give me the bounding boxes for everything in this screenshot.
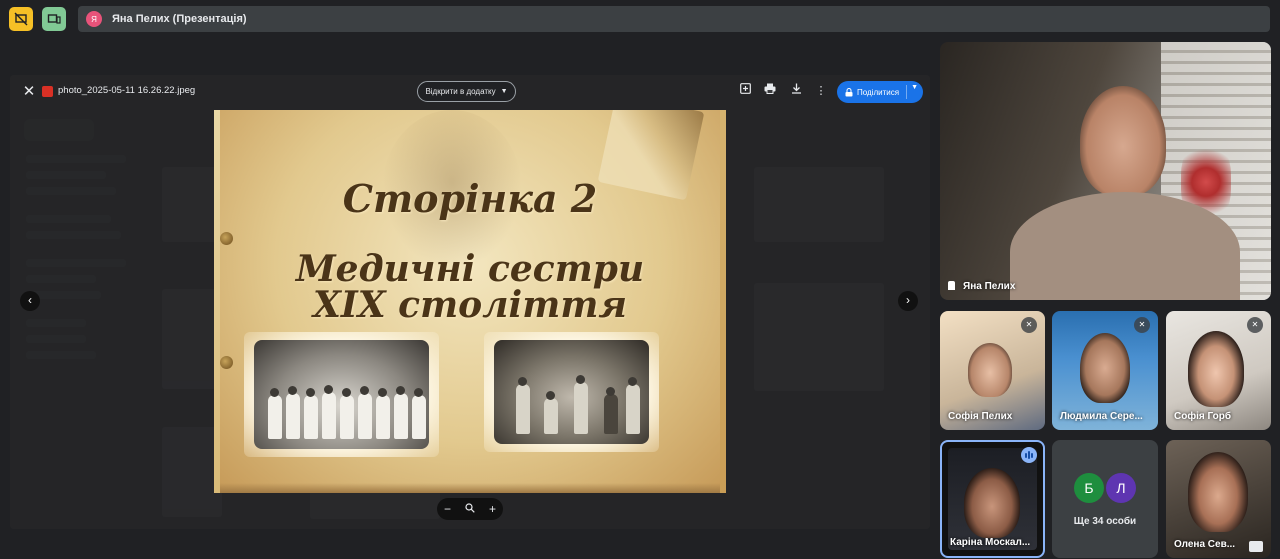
present-to-screen-icon[interactable] xyxy=(42,7,66,31)
presenter-banner[interactable]: Я Яна Пелих (Презентація) xyxy=(78,6,1270,32)
nurses-photo xyxy=(254,340,429,449)
add-comment-icon[interactable] xyxy=(737,83,753,99)
participant-body xyxy=(1010,192,1240,300)
page-shadow xyxy=(220,483,720,493)
participant-tile[interactable]: Олена Сев... xyxy=(1166,440,1271,558)
slide-image: Сторінка 2 Медичні сестри XIX століття xyxy=(214,110,726,493)
participant-face xyxy=(1188,331,1244,407)
participant-tile[interactable]: ✕ Людмила Сере... xyxy=(1052,311,1158,430)
zoom-out-button[interactable]: − xyxy=(444,502,451,516)
presenter-avatar: Я xyxy=(86,11,102,27)
previous-arrow-icon[interactable]: ‹ xyxy=(20,291,40,311)
participant-face xyxy=(1080,333,1130,403)
zoom-controls: − + xyxy=(437,498,503,520)
participant-name: Каріна Москал... xyxy=(950,537,1031,548)
share-label: Поділитися xyxy=(857,87,900,97)
ward-photo xyxy=(494,340,649,444)
group-photo-right xyxy=(484,332,659,452)
zoom-in-button[interactable]: + xyxy=(489,502,496,516)
participant-name: Яна Пелих xyxy=(948,281,1015,292)
more-options-icon[interactable]: ⋮ xyxy=(813,83,829,99)
pin-icon xyxy=(948,281,955,290)
share-caret-icon[interactable]: ▼ xyxy=(911,84,918,91)
share-divider xyxy=(906,85,907,99)
participant-tile[interactable]: ✕ Софія Горб xyxy=(1166,311,1271,430)
participant-face xyxy=(964,468,1020,538)
mic-off-icon: ✕ xyxy=(1021,317,1037,333)
caret-down-icon: ▼ xyxy=(500,88,508,95)
share-button[interactable]: Поділитися ▼ xyxy=(837,81,923,103)
participant-name: Людмила Сере... xyxy=(1060,411,1143,422)
meeting-top-bar: Я Яна Пелих (Презентація) xyxy=(0,0,1280,38)
group-photo-left xyxy=(244,332,439,457)
participant-avatar: Б xyxy=(1074,473,1104,503)
presenting-icon xyxy=(1249,541,1263,552)
participant-face xyxy=(1188,452,1248,532)
shared-screen: ✕ photo_2025-05-11 16.26.22.jpeg Відкрит… xyxy=(10,75,930,529)
participant-tile-main[interactable]: Яна Пелих xyxy=(940,42,1271,300)
participant-face xyxy=(968,343,1012,397)
binder-ring xyxy=(220,356,233,369)
lock-icon xyxy=(845,87,853,96)
speaking-indicator-icon xyxy=(1021,447,1037,463)
participant-name: Олена Сев... xyxy=(1174,539,1236,550)
participant-tile-active-speaker[interactable]: Каріна Москал... xyxy=(940,440,1045,558)
slide-title-line2: XIX століття xyxy=(312,284,628,326)
download-icon[interactable] xyxy=(788,83,804,99)
image-file-icon xyxy=(42,86,53,97)
participant-name: Софія Горб xyxy=(1174,411,1232,422)
more-participants-label: Ще 34 особи xyxy=(1073,516,1137,527)
participant-name: Софія Пелих xyxy=(948,411,1013,422)
file-name: photo_2025-05-11 16.26.22.jpeg xyxy=(58,85,196,96)
slide-heading: Сторінка 2 xyxy=(342,176,598,221)
next-arrow-icon[interactable]: › xyxy=(898,291,918,311)
zoom-magnifier-icon[interactable] xyxy=(465,502,475,516)
open-with-label: Відкрити в додатку xyxy=(425,87,496,96)
stop-presenting-icon[interactable] xyxy=(9,7,33,31)
more-participants-tile[interactable]: Б Л Ще 34 особи xyxy=(1052,440,1158,558)
presenter-label: Яна Пелих (Презентація) xyxy=(112,13,247,25)
mic-off-icon: ✕ xyxy=(1247,317,1263,333)
participant-avatar: Л xyxy=(1106,473,1136,503)
participant-tile[interactable]: ✕ Софія Пелих xyxy=(940,311,1045,430)
mic-off-icon: ✕ xyxy=(1134,317,1150,333)
binder-ring xyxy=(220,232,233,245)
open-with-button[interactable]: Відкрити в додатку ▼ xyxy=(417,81,516,102)
close-icon[interactable]: ✕ xyxy=(20,83,38,101)
print-icon[interactable] xyxy=(762,83,778,99)
participant-face xyxy=(1080,86,1166,196)
